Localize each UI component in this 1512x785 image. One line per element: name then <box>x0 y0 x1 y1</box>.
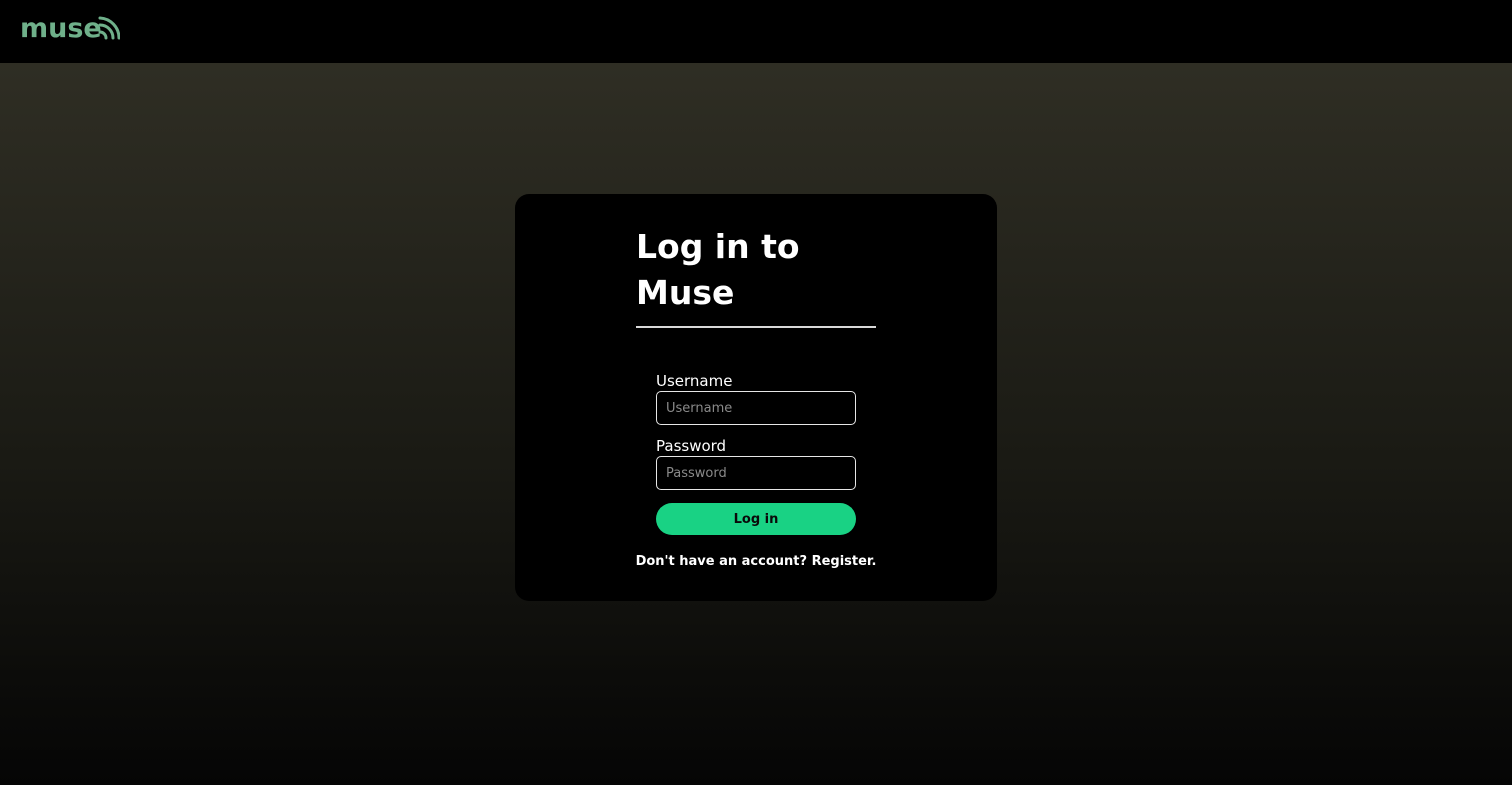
register-prompt: Don't have an account? Register. <box>515 554 997 569</box>
login-button[interactable]: Log in <box>656 503 856 535</box>
top-bar: muse <box>0 0 1512 63</box>
login-card: Log in to Muse Username Password Log in … <box>515 194 997 601</box>
page-title: Log in to Muse <box>636 227 800 312</box>
logo-wordmark: muse <box>20 13 102 44</box>
register-link[interactable]: Register. <box>812 554 877 569</box>
password-label: Password <box>656 437 727 455</box>
register-prompt-text: Don't have an account? <box>635 554 808 569</box>
username-label: Username <box>656 372 733 390</box>
signal-waves-icon <box>98 10 120 44</box>
password-input[interactable] <box>656 456 856 490</box>
username-input[interactable] <box>656 391 856 425</box>
title-divider <box>636 326 876 328</box>
muse-logo[interactable]: muse <box>20 8 120 44</box>
